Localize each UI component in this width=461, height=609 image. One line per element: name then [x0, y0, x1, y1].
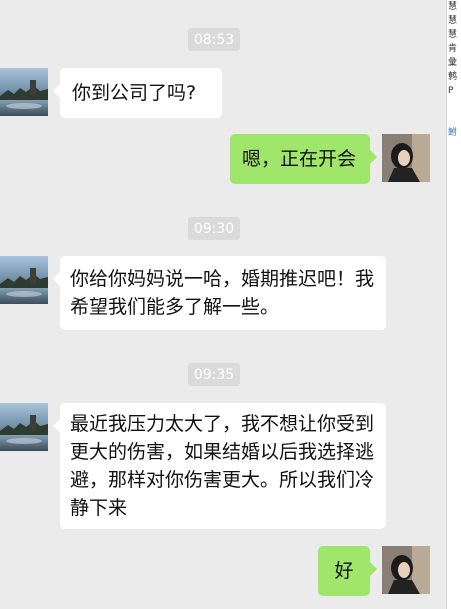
chat-area[interactable]: 08:53 你到公司了吗? 嗯，正在开会 09:30 你给你妈妈说一哈，婚期推迟…: [0, 0, 446, 609]
sent-message-bubble[interactable]: 嗯，正在开会: [230, 134, 377, 184]
contact-avatar[interactable]: [0, 256, 48, 304]
contact-avatar[interactable]: [0, 403, 48, 451]
received-message-bubble[interactable]: 你到公司了吗?: [53, 68, 222, 118]
my-avatar[interactable]: [382, 134, 430, 182]
side-text-fragment: 慧: [448, 16, 458, 26]
side-text-fragment: 肯: [448, 44, 458, 54]
my-avatar[interactable]: [382, 546, 430, 594]
received-message-bubble[interactable]: 最近我压力太大了，我不想让你受到更大的伤害，如果结婚以后我选择逃避，那样对你伤害…: [53, 403, 386, 529]
timestamp: 08:53: [188, 28, 240, 51]
side-text-fragment: 慧: [448, 2, 458, 12]
message-text: 嗯，正在开会: [242, 148, 357, 170]
landscape-avatar-image: [0, 256, 48, 304]
side-text-fragment: 鹩: [448, 72, 458, 82]
timestamp: 09:30: [188, 217, 240, 240]
message-text: 最近我压力太大了，我不想让你受到更大的伤害，如果结婚以后我选择逃避，那样对你伤害…: [70, 413, 375, 519]
side-text-fragment: 彙: [448, 58, 458, 68]
message-text: 好: [334, 560, 354, 582]
landscape-avatar-image: [0, 68, 48, 116]
contact-avatar[interactable]: [0, 68, 48, 116]
received-message-bubble[interactable]: 你给你妈妈说一哈，婚期推迟吧！我希望我们能多了解一些。: [53, 256, 386, 330]
side-text-fragment: [447, 98, 461, 126]
side-text-fragment: P: [448, 86, 454, 96]
side-text-fragment: 慧: [448, 30, 458, 40]
message-text: 你到公司了吗?: [72, 82, 197, 104]
side-panel: 慧 慧 慧 肯 彙 鹩 P 鲋: [446, 0, 461, 609]
portrait-avatar-image: [382, 134, 430, 182]
portrait-avatar-image: [382, 546, 430, 594]
landscape-avatar-image: [0, 403, 48, 451]
sent-message-bubble[interactable]: 好: [318, 546, 377, 596]
side-link-fragment[interactable]: 鲋: [447, 126, 461, 140]
message-text: 你给你妈妈说一哈，婚期推迟吧！我希望我们能多了解一些。: [70, 268, 375, 318]
timestamp: 09:35: [188, 363, 240, 386]
